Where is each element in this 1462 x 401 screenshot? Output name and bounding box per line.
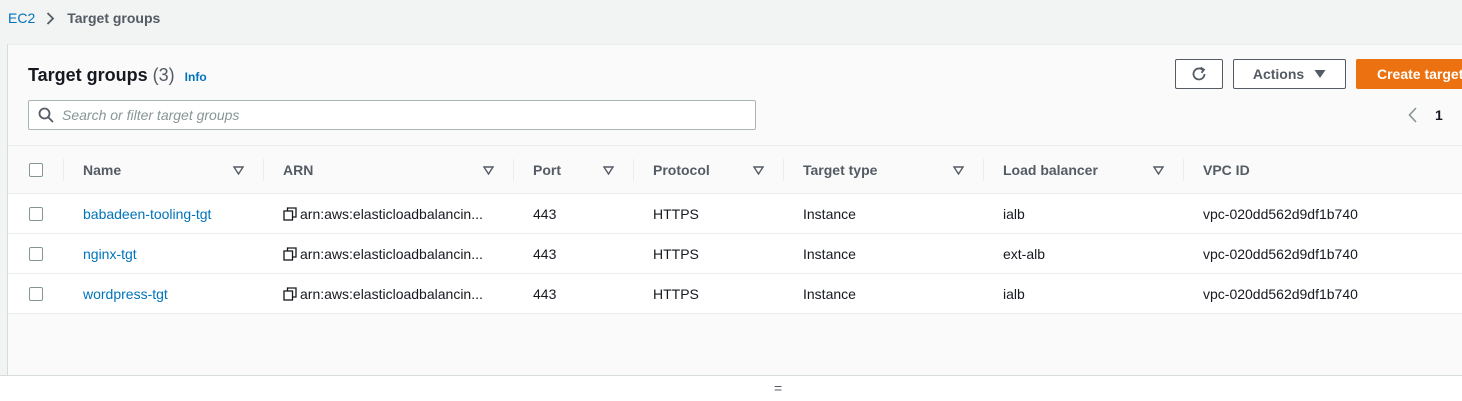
select-all-checkbox[interactable] <box>29 163 43 177</box>
column-divider <box>1183 159 1184 181</box>
column-label: Load balancer <box>1003 162 1098 178</box>
target-groups-panel: Target groups (3) Info Actions Create ta… <box>7 44 1462 376</box>
drag-handle-icon[interactable]: = <box>774 380 782 396</box>
load-balancer-cell: ialb <box>1003 286 1025 302</box>
row-checkbox[interactable] <box>29 207 43 221</box>
search-box <box>28 100 756 130</box>
sort-triangle-icon[interactable] <box>753 165 764 175</box>
column-label: Protocol <box>653 162 710 178</box>
column-header-vpc-id[interactable]: VPC ID <box>1203 146 1403 194</box>
breadcrumb-ec2-link[interactable]: EC2 <box>8 10 35 26</box>
caret-down-icon <box>1314 69 1326 79</box>
arn-value: arn:aws:elasticloadbalancin... <box>300 206 483 222</box>
vpc-id-cell: vpc-020dd562d9df1b740 <box>1203 206 1358 222</box>
copy-icon[interactable] <box>283 207 297 221</box>
arn-cell: arn:aws:elasticloadbalancin... <box>283 274 483 314</box>
table-row[interactable]: nginx-tgt arn:aws:elasticloadbalancin...… <box>8 234 1462 274</box>
search-input[interactable] <box>62 107 712 123</box>
target-type-cell: Instance <box>803 286 856 302</box>
panel-header: Target groups (3) Info <box>28 65 207 86</box>
info-link[interactable]: Info <box>185 70 207 84</box>
table-header: Name ARN Port Protocol Target type Load … <box>8 145 1462 194</box>
copy-icon[interactable] <box>283 247 297 261</box>
actions-label: Actions <box>1252 66 1305 82</box>
refresh-button[interactable] <box>1175 59 1223 89</box>
column-divider <box>783 159 784 181</box>
vpc-id-cell: vpc-020dd562d9df1b740 <box>1203 246 1358 262</box>
refresh-icon <box>1190 65 1208 83</box>
column-divider <box>263 159 264 181</box>
protocol-cell: HTTPS <box>653 286 699 302</box>
column-divider <box>513 159 514 181</box>
breadcrumb: EC2 Target groups <box>8 9 160 27</box>
column-header-port[interactable]: Port <box>533 146 633 194</box>
column-divider <box>633 159 634 181</box>
sort-triangle-icon[interactable] <box>233 165 244 175</box>
page-title: Target groups <box>28 65 148 85</box>
protocol-cell: HTTPS <box>653 246 699 262</box>
split-panel-divider[interactable]: = <box>0 375 1462 401</box>
load-balancer-cell: ialb <box>1003 206 1025 222</box>
column-label: VPC ID <box>1203 162 1250 178</box>
port-cell: 443 <box>533 246 557 262</box>
column-label: Port <box>533 162 561 178</box>
pagination: 1 <box>1408 107 1443 123</box>
column-header-load-balancer[interactable]: Load balancer <box>1003 146 1183 194</box>
column-header-name[interactable]: Name <box>83 146 263 194</box>
search-icon <box>38 107 54 123</box>
breadcrumb-current: Target groups <box>67 10 161 26</box>
vpc-id-cell: vpc-020dd562d9df1b740 <box>1203 286 1358 302</box>
column-divider <box>983 159 984 181</box>
target-type-cell: Instance <box>803 206 856 222</box>
row-checkbox[interactable] <box>29 287 43 301</box>
column-header-protocol[interactable]: Protocol <box>653 146 783 194</box>
target-group-name-link[interactable]: babadeen-tooling-tgt <box>83 194 211 234</box>
arn-cell: arn:aws:elasticloadbalancin... <box>283 234 483 274</box>
column-header-arn[interactable]: ARN <box>283 146 513 194</box>
port-cell: 443 <box>533 286 557 302</box>
arn-value: arn:aws:elasticloadbalancin... <box>300 286 483 302</box>
actions-dropdown-button[interactable]: Actions <box>1233 59 1346 89</box>
target-groups-table: Name ARN Port Protocol Target type Load … <box>8 145 1462 314</box>
column-header-target-type[interactable]: Target type <box>803 146 983 194</box>
column-label: Target type <box>803 162 878 178</box>
target-group-count: (3) <box>152 65 175 85</box>
target-type-cell: Instance <box>803 246 856 262</box>
table-row[interactable]: wordpress-tgt arn:aws:elasticloadbalanci… <box>8 274 1462 314</box>
page-number[interactable]: 1 <box>1435 107 1443 123</box>
chevron-left-icon[interactable] <box>1408 107 1417 123</box>
chevron-right-icon <box>46 11 55 25</box>
arn-cell: arn:aws:elasticloadbalancin... <box>283 194 483 234</box>
protocol-cell: HTTPS <box>653 206 699 222</box>
table-row[interactable]: babadeen-tooling-tgt arn:aws:elasticload… <box>8 194 1462 234</box>
sort-triangle-icon[interactable] <box>1153 165 1164 175</box>
sort-triangle-icon[interactable] <box>483 165 494 175</box>
sort-triangle-icon[interactable] <box>953 165 964 175</box>
target-group-name-link[interactable]: nginx-tgt <box>83 234 137 274</box>
column-divider <box>63 159 64 181</box>
target-group-name-link[interactable]: wordpress-tgt <box>83 274 168 314</box>
arn-value: arn:aws:elasticloadbalancin... <box>300 246 483 262</box>
column-label: ARN <box>283 162 314 178</box>
create-target-group-button[interactable]: Create target <box>1356 59 1462 89</box>
row-checkbox[interactable] <box>29 247 43 261</box>
load-balancer-cell: ext-alb <box>1003 246 1046 262</box>
column-label: Name <box>83 162 122 178</box>
port-cell: 443 <box>533 206 557 222</box>
copy-icon[interactable] <box>283 287 297 301</box>
sort-triangle-icon[interactable] <box>603 165 614 175</box>
